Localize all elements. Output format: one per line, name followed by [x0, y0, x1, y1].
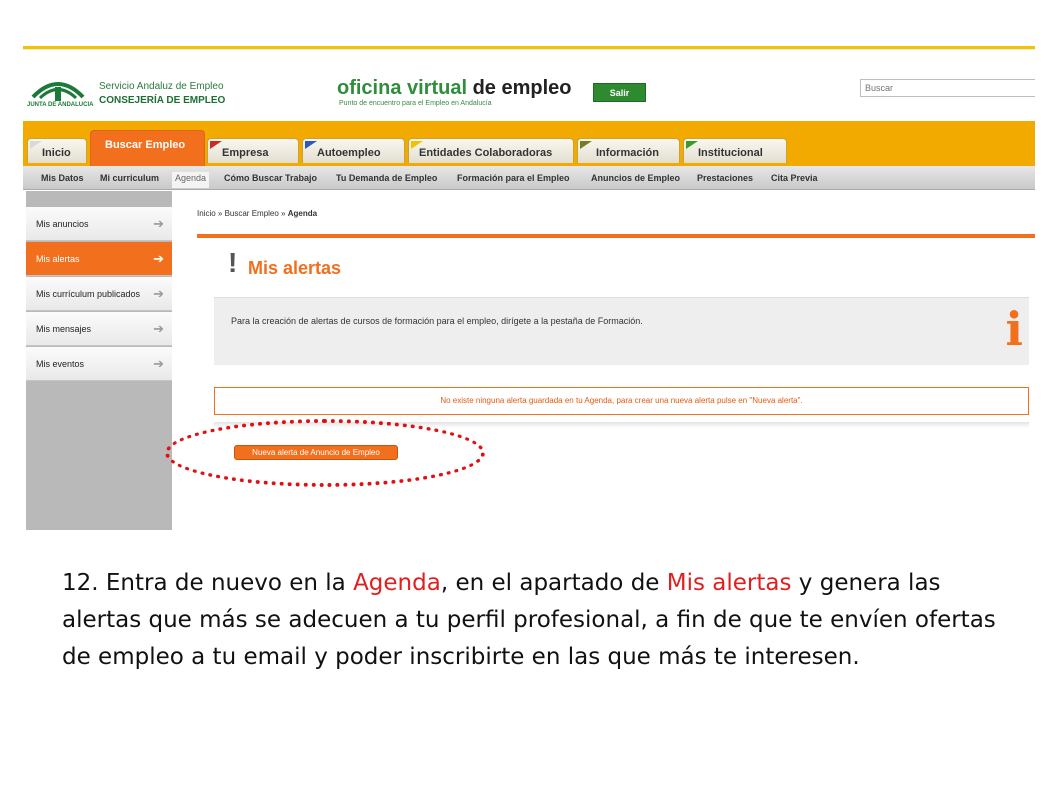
flag-icon [30, 141, 42, 149]
subnav-item-current[interactable]: Agenda [172, 172, 210, 188]
breadcrumb-path[interactable]: Inicio » Buscar Empleo » [197, 209, 288, 218]
tab-label: Información [596, 147, 659, 159]
flag-icon [580, 141, 592, 149]
org-department: CONSEJERÍA DE EMPLEO [99, 95, 226, 106]
sidebar-item-label: Mis currículum publicados [36, 289, 141, 299]
caption-highlight-mis-alertas: Mis alertas [666, 570, 792, 596]
subnav-item[interactable]: Cita Previa [771, 173, 818, 183]
site-title-dark: de empleo [472, 77, 572, 99]
tab-autoempleo[interactable]: Autoempleo [302, 138, 405, 163]
subnav-item[interactable]: Mi curriculum [100, 173, 159, 183]
tab-label: Institucional [698, 147, 763, 159]
slide: JUNTA DE ANDALUCIA Servicio Andaluz de E… [0, 0, 1058, 793]
exclamation-icon: ! [228, 247, 238, 278]
tab-label: Buscar Empleo [105, 139, 186, 151]
sidebar-item-mis-anuncios[interactable]: Mis anuncios ➔ [26, 207, 172, 241]
sidebar-item-mis-alertas[interactable]: Mis alertas ➔ [26, 242, 172, 276]
sidebar-item-label: Mis anuncios [36, 219, 89, 229]
sidebar-item-label: Mis alertas [36, 254, 80, 264]
site-subtitle: Punto de encuentro para el Empleo en And… [339, 100, 492, 107]
arrow-right-icon: ➔ [153, 356, 164, 371]
tab-informacion[interactable]: Información [577, 138, 680, 163]
flag-icon [686, 141, 698, 149]
subnav-item[interactable]: Prestaciones [697, 173, 753, 183]
flag-icon [210, 141, 222, 149]
salir-button[interactable]: Salir [593, 83, 646, 102]
search-input[interactable] [860, 79, 1035, 97]
tab-label: Entidades Colaboradoras [419, 147, 553, 159]
breadcrumb: Inicio » Buscar Empleo » Agenda [197, 209, 317, 218]
sidebar-item-label: Mis eventos [36, 359, 85, 369]
info-text: Para la creación de alertas de cursos de… [231, 316, 643, 326]
subnav-item[interactable]: Cómo Buscar Trabajo [224, 173, 317, 183]
tab-buscar-empleo[interactable]: Buscar Empleo [90, 130, 205, 166]
instruction-caption: 12. Entra de nuevo en la Agenda, en el a… [62, 565, 1022, 676]
subnav-item[interactable]: Formación para el Empleo [457, 173, 570, 183]
breadcrumb-current: Agenda [287, 209, 318, 218]
site-title: oficina virtual de empleo [337, 77, 572, 100]
alert-message: No existe ninguna alerta guardada en tu … [214, 387, 1029, 415]
top-divider [23, 49, 1035, 50]
caption-text: , en el apartado de [440, 570, 667, 596]
arrow-right-icon: ➔ [153, 321, 164, 336]
info-icon: i [1005, 302, 1023, 356]
arrow-right-icon: ➔ [153, 286, 164, 301]
arrow-right-icon: ➔ [153, 251, 164, 266]
subnav-item[interactable]: Mis Datos [41, 173, 84, 183]
tab-label: Inicio [42, 147, 71, 159]
tab-empresa[interactable]: Empresa [207, 138, 299, 163]
tab-label: Empresa [222, 147, 269, 159]
flag-icon [305, 141, 317, 149]
sidebar: Mis anuncios ➔ Mis alertas ➔ Mis currículu… [26, 191, 172, 530]
sub-navigation: Mis Datos Mi curriculum Agenda Cómo Busc… [23, 166, 1035, 190]
subnav-item[interactable]: Tu Demanda de Empleo [336, 173, 437, 183]
flag-icon [411, 141, 423, 149]
caption-highlight-agenda: Agenda [353, 570, 441, 596]
info-box: Para la creación de alertas de cursos de… [214, 297, 1029, 365]
main-tab-bar: Inicio Buscar Empleo Empresa Autoempleo … [23, 121, 1035, 166]
highlight-circle [165, 419, 485, 487]
caption-text: 12. Entra de nuevo en la [62, 570, 354, 596]
logo-subtitle: JUNTA DE ANDALUCIA [27, 102, 94, 108]
arrow-right-icon: ➔ [153, 216, 164, 231]
tab-inicio[interactable]: Inicio [27, 138, 87, 163]
sidebar-item-label: Mis mensajes [36, 324, 92, 334]
tab-institucional[interactable]: Institucional [683, 138, 787, 163]
tab-label: Autoempleo [317, 147, 381, 159]
tab-entidades-colaboradoras[interactable]: Entidades Colaboradoras [408, 138, 574, 163]
sidebar-item-mis-mensajes[interactable]: Mis mensajes ➔ [26, 312, 172, 346]
subnav-item[interactable]: Anuncios de Empleo [591, 173, 680, 183]
sidebar-item-mis-curriculum-publicados[interactable]: Mis currículum publicados ➔ [26, 277, 172, 311]
org-name: Servicio Andaluz de Empleo [99, 81, 224, 92]
page-title: Mis alertas [248, 258, 342, 278]
sidebar-item-mis-eventos[interactable]: Mis eventos ➔ [26, 347, 172, 381]
content-top-bar [197, 234, 1035, 238]
site-title-green: oficina virtual [337, 77, 468, 99]
